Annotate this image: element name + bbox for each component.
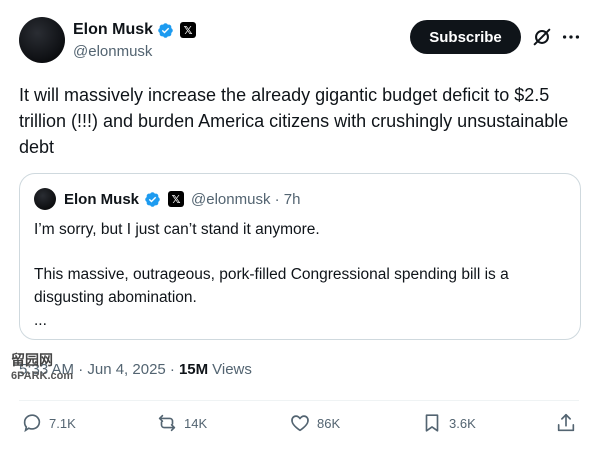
bookmark-icon — [425, 414, 439, 432]
verified-badge-icon — [158, 22, 173, 38]
author-name-line: Elon Musk 𝕏 — [73, 21, 197, 39]
reply-button[interactable]: 7.1K — [21, 412, 76, 434]
reply-count: 7.1K — [49, 415, 76, 431]
divider — [19, 400, 579, 401]
reply-icon — [23, 414, 41, 433]
quoted-tweet-body: I’m sorry, but I just can’t stand it any… — [34, 218, 569, 332]
repost-button[interactable]: 14K — [156, 412, 207, 434]
subscribe-button[interactable]: Subscribe — [410, 20, 521, 54]
heart-icon — [291, 415, 309, 432]
repost-count: 14K — [184, 415, 208, 431]
share-icon — [557, 413, 575, 432]
quoted-ellipsis: ... — [34, 312, 47, 329]
quoted-paragraph: I’m sorry, but I just can’t stand it any… — [34, 221, 320, 238]
watermark-line: 6PARK.com — [11, 370, 74, 382]
more-icon[interactable] — [560, 26, 582, 48]
tweet-text: It will massively increase the already g… — [19, 85, 569, 157]
like-count: 86K — [317, 415, 341, 431]
tweet-header: Elon Musk 𝕏 @elonmusk Subscribe — [19, 17, 582, 63]
quoted-avatar — [34, 188, 56, 210]
quoted-handle-time: @elonmusk · 7h — [191, 190, 301, 208]
verified-badge-icon — [145, 191, 160, 207]
quoted-tweet-card[interactable]: Elon Musk 𝕏 @elonmusk · 7h I’m sorry, bu… — [19, 173, 581, 340]
quoted-author-name: Elon Musk — [64, 190, 140, 208]
author-display-name[interactable]: Elon Musk — [73, 21, 153, 39]
quoted-tweet-header: Elon Musk 𝕏 @elonmusk · 7h — [34, 188, 300, 210]
like-button[interactable]: 86K — [289, 412, 340, 434]
author-handle[interactable]: @elonmusk — [73, 43, 152, 60]
repost-icon — [158, 414, 176, 432]
bookmark-button[interactable]: 3.6K — [421, 412, 476, 434]
x-affiliation-badge-icon: 𝕏 — [168, 191, 185, 207]
watermark-line: 留园网 — [11, 352, 53, 368]
views-count: 15M — [178, 361, 209, 378]
watermark: 留园网 6PARK.com — [11, 352, 73, 384]
quoted-paragraph: This massive, outrageous, pork-filled Co… — [34, 266, 509, 306]
avatar[interactable] — [19, 17, 65, 63]
views-label: Views — [212, 361, 252, 378]
share-button[interactable] — [555, 412, 577, 434]
grok-icon[interactable] — [531, 26, 553, 48]
bookmark-count: 3.6K — [449, 415, 476, 431]
x-affiliation-badge-icon: 𝕏 — [180, 22, 197, 38]
action-bar: 7.1K 14K 86K 3.6K — [19, 412, 579, 442]
